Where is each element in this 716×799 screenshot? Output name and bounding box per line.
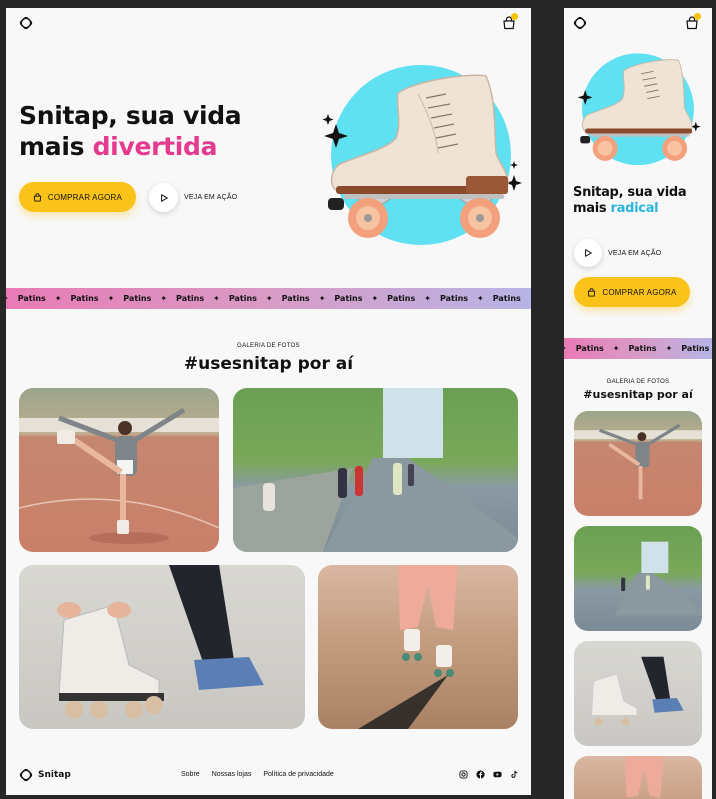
youtube-icon[interactable] [493,770,502,779]
cart-button[interactable] [502,13,518,35]
cart-badge [694,13,701,20]
watch-video-button[interactable]: VEJA EM AÇÃO [574,239,661,267]
footer-brand-name: Snitap [38,770,71,780]
gallery-photo-3[interactable] [574,641,702,746]
watch-video-button[interactable]: VEJA EM AÇÃO [149,183,237,212]
hero-title-line1: Snitap, sua vida [19,101,242,130]
marquee-item: Patins [334,294,363,303]
gallery-photo-4[interactable] [318,565,518,729]
gallery-label: GALERIA DE FOTOS [606,379,670,385]
footer-nav: Sobre Nossas lojas Política de privacida… [181,771,334,778]
marquee-item: Patins [387,294,416,303]
cart-badge [511,13,518,20]
marquee-star-icon: ✦ [6,294,9,303]
gallery-photo-4[interactable] [574,756,702,799]
marquee-star-icon: ✦ [318,294,326,303]
marquee-item: Patins [176,294,205,303]
buy-now-label: COMPRAR AGORA [47,192,123,202]
gallery-label: GALERIA DE FOTOS [237,343,300,349]
footer-social [459,770,519,779]
marquee-star-icon: ✦ [665,344,673,353]
gallery-photo-1[interactable] [574,411,702,516]
instagram-icon[interactable] [459,770,468,779]
patins-marquee: ✦ Patins ✦ Patins ✦ Patins [564,338,712,359]
lacing-skate-image [591,656,684,726]
shopping-bag-icon [588,287,596,296]
marquee-star-icon: ✦ [265,294,273,303]
buy-now-button[interactable]: COMPRAR AGORA [574,277,690,307]
marquee-item: Patins [439,294,469,303]
buy-now-button[interactable]: COMPRAR AGORA [19,182,136,212]
roller-skate-illustration [577,53,701,166]
gallery-photo-2[interactable] [233,388,518,552]
hero-title-line1: Snitap, sua vida [573,185,687,200]
marquee-star-icon: ✦ [424,294,431,303]
marquee-star-icon: ✦ [564,344,567,353]
pink-pants-skater-image [625,756,664,798]
marquee-item: Patins [123,294,152,303]
facebook-icon[interactable] [476,770,485,779]
lacing-skate-image [57,565,264,719]
patins-marquee: ✦ Patins ✦ Patins ✦ Patins ✦ Patins ✦ Patins ✦ Pati… [6,288,531,309]
marquee-star-icon: ✦ [477,294,484,303]
play-button[interactable] [149,183,178,212]
marquee-item: Patins [228,294,257,303]
mobile-page: Snitap, sua vida mais radical VEJA EM AÇ… [564,8,712,799]
marquee-item: Patins [70,294,99,303]
hero-title-accent: divertida [92,132,218,162]
watch-video-label: VEJA EM AÇÃO [608,249,662,257]
gallery-photo-1[interactable] [19,388,219,552]
marquee-item: Patins [575,344,604,353]
watch-video-label: VEJA EM AÇÃO [184,194,238,201]
marquee-star-icon: ✦ [213,294,220,303]
snitap-logo-icon[interactable] [573,16,587,30]
hero-title: Snitap, sua vida mais divertida [19,100,309,163]
play-button[interactable] [574,239,602,267]
gallery-photo-3[interactable] [19,565,305,729]
cart-button[interactable] [685,13,701,35]
marquee-star-icon: ✦ [160,294,168,303]
hero-title: Snitap, sua vida mais radical [573,185,708,218]
skater-kicking-image [19,407,219,544]
shopping-bag-icon [33,192,42,201]
marquee-item: Patins [492,294,521,303]
marquee-item: Patins [281,294,310,303]
roller-skate-illustration [322,65,522,245]
footer-link-about[interactable]: Sobre [181,771,200,778]
snitap-logo-icon [19,768,33,782]
marquee-star-icon: ✦ [371,294,379,303]
pink-pants-skater-image [358,565,458,729]
footer-link-stores[interactable]: Nossas lojas [212,771,252,778]
marquee-star-icon: ✦ [54,294,62,303]
marquee-item: Patins [681,344,710,353]
play-icon [160,193,168,202]
gallery-title: #usesnitap por aí [183,354,354,374]
marquee-item: Patins [17,294,46,303]
hero-title-accent: radical [610,201,659,217]
marquee-star-icon: ✦ [612,344,620,353]
footer-brand[interactable]: Snitap [19,768,71,782]
buy-now-label: COMPRAR AGORA [602,287,677,297]
marquee-star-icon: ✦ [107,294,115,303]
group-skating-park-image [233,388,518,552]
gallery-photo-2[interactable] [574,526,702,631]
snitap-logo-icon[interactable] [19,16,33,30]
play-icon [585,249,592,257]
gallery-title: #usesnitap por aí [583,388,693,401]
group-skating-park-image [614,541,702,616]
desktop-page: Snitap, sua vida mais divertida COMPRAR … [6,8,531,795]
skater-kicking-image [574,423,702,500]
footer-link-privacy[interactable]: Política de privacidade [263,771,333,778]
tiktok-icon[interactable] [510,770,519,779]
marquee-item: Patins [628,344,657,353]
